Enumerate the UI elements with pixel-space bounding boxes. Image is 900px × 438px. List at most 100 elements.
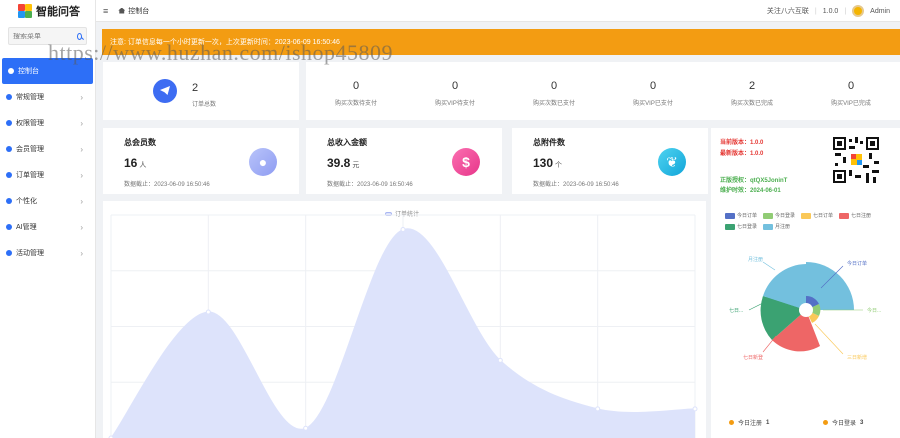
card-title: 总会员数	[124, 138, 156, 147]
legend-label: 今日订单	[737, 213, 758, 219]
attachment-total-card: 总附件数 130 个 数据截止：2023-06-09 16:50:46 ❦	[512, 128, 708, 194]
legend-label: 月注册	[775, 224, 791, 230]
legend-label: 七日登录	[737, 224, 758, 230]
pie-label: 今日订单	[847, 260, 867, 267]
sidebar-item-personalize[interactable]: 个性化 ›	[0, 188, 95, 214]
card-timestamp: 数据截止：2023-06-09 16:50:46	[533, 182, 619, 188]
stat-label: 购买VIP待支付	[435, 101, 475, 107]
search-icon[interactable]	[77, 32, 82, 40]
app-logo[interactable]: 智能问答	[0, 0, 95, 22]
top-bar: ≡ 控制台 关注八六互联 | 1.0.0 | Admin	[96, 0, 900, 22]
expiry-date: 维护时效：2024-06-01	[720, 188, 781, 194]
user-name[interactable]: Admin	[870, 8, 890, 15]
cart-icon	[6, 172, 12, 178]
qr-code[interactable]	[833, 137, 879, 183]
sidebar-item-general[interactable]: 常规管理 ›	[0, 84, 95, 110]
data-point	[692, 406, 698, 412]
legend-swatch	[725, 212, 735, 219]
sidebar-item-label: 权限管理	[16, 120, 44, 127]
stat-item: 0 购买VIP待支付	[405, 80, 505, 107]
dot-icon	[823, 420, 828, 425]
legend-item[interactable]: 今日登录	[763, 212, 795, 219]
follow-link[interactable]: 关注八六互联	[767, 6, 809, 16]
stat-label: 今日登录	[832, 421, 857, 427]
area-chart	[108, 214, 698, 438]
sidebar-item-members[interactable]: 会员管理 ›	[0, 136, 95, 162]
stat-value: 0	[847, 80, 855, 92]
pie-label: 三日新增	[847, 354, 867, 361]
order-chart-card: 订单统计	[103, 201, 706, 438]
users-icon: ●	[249, 148, 277, 176]
legend-item[interactable]: 七日登录	[725, 223, 757, 230]
divider: |	[844, 7, 847, 15]
pie-label: 月注册	[748, 256, 763, 263]
legend-item[interactable]: 七日订单	[801, 212, 833, 219]
legend-item[interactable]: 今日订单	[725, 212, 757, 219]
sidebar-item-activity[interactable]: 活动管理 ›	[0, 240, 95, 266]
sidebar-item-permissions[interactable]: 权限管理 ›	[0, 110, 95, 136]
stat-label: 购买次数待支付	[334, 101, 377, 107]
stat-item: 0 购买次数已支付	[504, 80, 604, 107]
data-point	[400, 227, 406, 233]
legend-item[interactable]: 月注册	[763, 223, 790, 230]
stat-value: 2	[748, 80, 756, 92]
sidebar-item-label: 个性化	[16, 198, 37, 205]
sidebar-item-ai[interactable]: AI管理 ›	[0, 214, 95, 240]
card-title: 总收入金额	[327, 138, 367, 147]
app-title: 智能问答	[36, 6, 80, 18]
order-total-label: 订单总数	[192, 102, 217, 108]
stat-label: 购买次数已完成	[730, 101, 773, 107]
legend-swatch	[763, 223, 774, 230]
card-value: 130 个	[533, 156, 563, 170]
menu-search[interactable]	[8, 27, 87, 45]
users-icon	[6, 120, 12, 126]
sidebar-item-label: 订单管理	[16, 172, 44, 179]
sidebar-item-dashboard[interactable]: 控制台	[2, 58, 93, 84]
sidebar-item-orders[interactable]: 订单管理 ›	[0, 162, 95, 188]
card-value: 16 人	[124, 156, 147, 170]
stat-label: 今日注册	[738, 421, 763, 427]
menu-toggle-icon[interactable]: ≡	[103, 6, 108, 16]
legend-item[interactable]: 七日注册	[839, 212, 871, 219]
menu-search-input[interactable]	[13, 32, 77, 40]
legend-label: 七日注册	[851, 213, 872, 219]
stat-value: 0	[550, 80, 558, 92]
order-total-card: 2 订单总数	[103, 62, 299, 120]
stat-item: 0 购买VIP已支付	[603, 80, 703, 107]
pie-label: 今日...	[867, 307, 881, 314]
authorized-account: 正版授权：qtQX5JoninT	[720, 178, 788, 184]
stat-value: 0	[451, 80, 459, 92]
avatar[interactable]	[852, 5, 865, 17]
divider: |	[814, 7, 817, 15]
dashboard-icon	[8, 68, 14, 74]
card-value: 39.8 元	[327, 156, 360, 170]
chevron-right-icon: ›	[80, 92, 83, 102]
card-unit: 元	[352, 162, 360, 169]
flag-icon	[6, 250, 12, 256]
revenue-total-card: 总收入金额 39.8 元 数据截止：2023-06-09 16:50:46 $	[306, 128, 502, 194]
order-stats-card: 0 购买次数待支付 0 购买VIP待支付 0 购买次数已支付 0 购买VIP已支…	[306, 62, 900, 120]
tab-dashboard[interactable]: 控制台	[118, 6, 149, 16]
stat-item: 0 购买次数待支付	[306, 80, 406, 107]
legend-label: 七日订单	[813, 213, 834, 219]
sidebar-item-label: AI管理	[16, 224, 37, 231]
logo-icon	[18, 4, 32, 18]
send-icon	[153, 79, 177, 103]
user-icon	[6, 146, 12, 152]
stat-label: 购买次数已支付	[532, 101, 575, 107]
version-label: 1.0.0	[822, 7, 839, 15]
member-total-card: 总会员数 16 人 数据截止：2023-06-09 16:50:46 ●	[103, 128, 299, 194]
legend-swatch	[763, 212, 774, 219]
stat-value: 1	[766, 419, 770, 426]
sidebar-item-label: 常规管理	[16, 94, 44, 101]
pie-label: 七日...	[729, 307, 743, 314]
card-unit: 个	[555, 162, 563, 169]
chevron-right-icon: ›	[80, 196, 83, 206]
sidebar-item-label: 活动管理	[16, 250, 44, 257]
data-point	[595, 406, 601, 412]
tab-label: 控制台	[128, 7, 150, 15]
dollar-icon: $	[452, 148, 480, 176]
chevron-right-icon: ›	[80, 118, 83, 128]
legend-label: 今日登录	[775, 213, 796, 219]
legend-swatch	[801, 212, 812, 219]
